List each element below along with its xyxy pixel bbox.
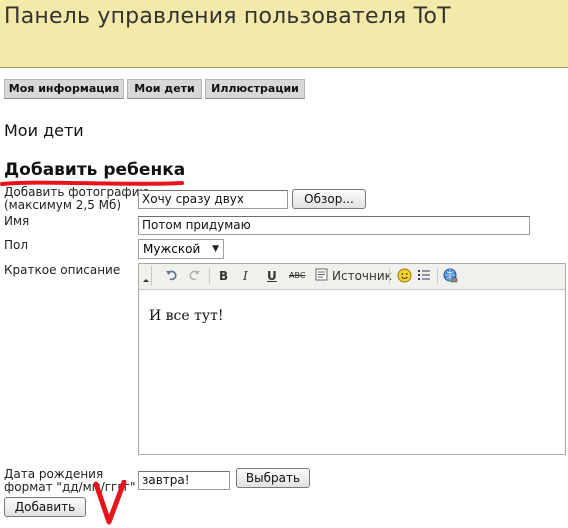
gender-label: Пол	[4, 238, 29, 252]
undo-icon[interactable]	[165, 268, 179, 284]
add-child-button[interactable]: Добавить	[4, 497, 86, 517]
toolbar-separator	[437, 268, 438, 284]
chevron-down-icon: ▼	[212, 244, 219, 254]
link-icon[interactable]	[443, 268, 458, 284]
underline-button[interactable]: U	[267, 268, 277, 284]
toolbar-separator	[209, 268, 210, 284]
tab-my-info[interactable]: Моя информация	[4, 79, 124, 99]
italic-button[interactable]: I	[243, 268, 248, 284]
header-title: Панель управления пользователя ToT	[4, 4, 451, 29]
strike-button[interactable]: ABC	[289, 268, 305, 284]
smiley-icon[interactable]	[397, 268, 412, 284]
photo-label: Добавить фотографию (максимум 2,5 Мб)	[4, 185, 150, 212]
name-label: Имя	[4, 214, 30, 228]
gender-select-value: Мужской	[143, 242, 201, 256]
rich-text-editor[interactable]: B I U ABC Источник И все тут!	[138, 263, 566, 455]
list-icon[interactable]	[417, 268, 431, 284]
toolbar-separator	[389, 268, 390, 284]
browse-button[interactable]: Обзор...	[292, 189, 366, 209]
choose-date-button[interactable]: Выбрать	[236, 468, 310, 488]
tab-my-children[interactable]: Мои дети	[127, 79, 202, 99]
page-header: Панель управления пользователя ToT	[0, 0, 568, 68]
section-title: Мои дети	[4, 121, 84, 140]
toolbar-collapse-handle[interactable]	[141, 266, 152, 286]
photo-file-field[interactable]: Хочу сразу двух	[138, 190, 288, 209]
bold-button[interactable]: B	[219, 268, 228, 284]
source-button[interactable]: Источник	[332, 268, 392, 284]
birthdate-input[interactable]: завтра!	[138, 471, 230, 490]
redo-icon[interactable]	[187, 268, 201, 284]
description-label: Краткое описание	[4, 263, 121, 277]
red-checkmark-annotation	[93, 480, 127, 525]
editor-toolbar: B I U ABC Источник	[139, 264, 565, 290]
editor-content: И все тут!	[149, 308, 224, 324]
source-icon[interactable]	[315, 268, 328, 284]
tab-illustrations[interactable]: Иллюстрации	[205, 79, 305, 99]
name-input[interactable]: Потом придумаю	[138, 216, 530, 235]
gender-select[interactable]: Мужской ▼	[138, 239, 224, 259]
